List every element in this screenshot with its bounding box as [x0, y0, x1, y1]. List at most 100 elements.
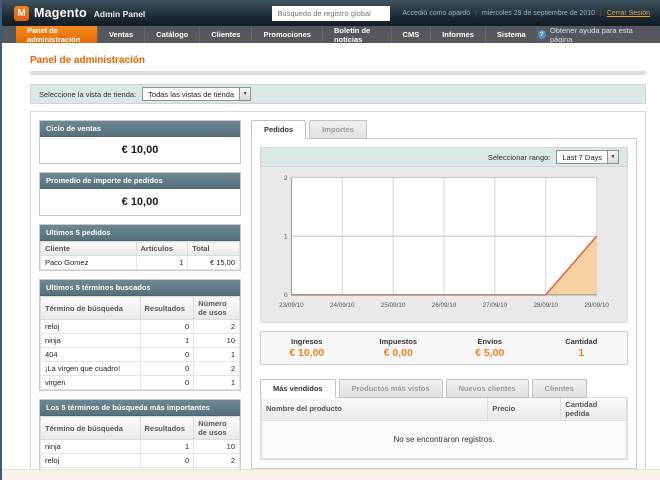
last-orders-box: Ultimos 5 pedidos ClienteArticulosTotalP…: [39, 224, 241, 271]
box-title: Promedio de importe de pedidos: [40, 173, 240, 189]
stat-value: € 10,00: [261, 347, 353, 359]
current-date: miércoles 29 de septiembre de 2010: [482, 10, 595, 17]
table-row[interactable]: Paco Gomez1€ 15,00: [41, 256, 240, 270]
stat-label: Impuestos: [353, 337, 445, 346]
magento-admin-page: M Magento Admin Panel Accedió como apard…: [0, 0, 660, 480]
stat-value: € 0,00: [353, 347, 445, 359]
logged-in-as: Accedió como apardo: [402, 10, 470, 17]
svg-text:28/09/10: 28/09/10: [533, 302, 558, 309]
main-nav: Panel de administraciónVentasCatálogoCli…: [0, 26, 660, 43]
nav-tab-sistema[interactable]: Sistema: [486, 26, 538, 43]
table-row[interactable]: virgen01: [41, 376, 240, 390]
dropdown-arrow-icon: ▼: [607, 151, 618, 163]
totals-bar: Ingresos€ 10,00Impuestos€ 0,00Envios€ 5,…: [260, 331, 628, 365]
table-header-row: Término de búsquedaResultadosNúmero de u…: [41, 417, 240, 440]
table-cell: reloj: [41, 454, 141, 468]
box-title: Ultimos 5 términos buscados: [40, 280, 240, 296]
nav-tab-panel-de-administracion[interactable]: Panel de administración: [16, 26, 98, 43]
column-header: Cliente: [41, 242, 137, 256]
table-cell: 1: [140, 440, 194, 454]
table-cell: 1: [194, 376, 240, 390]
dashboard-main: PedidosImportes Seleccionar rango: Last …: [251, 120, 637, 480]
table-cell: ninja: [41, 334, 141, 348]
dropdown-arrow-icon: ▼: [239, 88, 250, 100]
range-select[interactable]: Last 7 Days ▼: [556, 150, 619, 164]
chart-svg: 01223/09/1024/09/1025/09/1026/09/1027/09…: [269, 172, 619, 321]
tab-productos-mas-vistos[interactable]: Productos más vistos: [339, 379, 443, 398]
table-cell: ninja: [41, 440, 141, 454]
chart-tabs: PedidosImportes: [251, 120, 637, 138]
table-header-row: Término de búsquedaResultadosNúmero de u…: [41, 297, 240, 320]
separator: |: [475, 10, 477, 17]
window-border: [0, 0, 2, 480]
help-icon: ?: [538, 30, 546, 39]
nav-tabs: Panel de administraciónVentasCatálogoCli…: [16, 26, 538, 43]
title-divider: [30, 71, 646, 75]
svg-text:2: 2: [284, 175, 288, 182]
sales-chart: 01223/09/1024/09/1025/09/1026/09/1027/09…: [260, 167, 628, 323]
column-header: Resultados: [140, 417, 194, 440]
table-cell: 1: [140, 334, 194, 348]
table-cell: 2: [194, 362, 240, 376]
tab-importes[interactable]: Importes: [309, 120, 367, 139]
table-cell: ¡La virgen que cuadro!: [41, 362, 141, 376]
svg-text:29/09/10: 29/09/10: [584, 302, 609, 309]
table-cell: 404: [41, 348, 141, 362]
svg-text:23/09/10: 23/09/10: [279, 302, 304, 309]
average-orders-value: € 10,00: [40, 189, 240, 215]
tab-nuevos-clientes[interactable]: Nuevos clientes: [446, 379, 529, 398]
top-search-terms-box: Los 5 términos de búsqueda más important…: [39, 399, 241, 480]
tab-clientes[interactable]: Clientes: [532, 379, 587, 398]
nav-tab-clientes[interactable]: Clientes: [200, 26, 252, 43]
help-link[interactable]: ? Obtener ayuda para esta página: [538, 26, 660, 43]
global-search-input[interactable]: [272, 6, 390, 21]
table-cell: 10: [194, 440, 240, 454]
column-header: Número de usos: [194, 417, 240, 440]
footer-strip: [0, 469, 660, 480]
svg-text:26/09/10: 26/09/10: [432, 302, 457, 309]
table-cell: virgen: [41, 376, 141, 390]
last-orders-table: ClienteArticulosTotalPaco Gomez1€ 15,00: [40, 241, 240, 270]
tab-pedidos[interactable]: Pedidos: [251, 120, 306, 139]
logout-link[interactable]: Cerrar Sesión: [607, 10, 650, 17]
table-cell: 0: [140, 320, 194, 334]
stat-impuestos: Impuestos€ 0,00: [353, 337, 445, 359]
magento-logo-icon: M: [14, 6, 29, 21]
column-header: Término de búsqueda: [41, 297, 141, 320]
help-label: Obtener ayuda para esta página: [550, 26, 648, 44]
stat-cantidad: Cantidad1: [536, 337, 628, 359]
logo-name: Magento: [34, 6, 87, 20]
column-header: Número de usos: [194, 297, 240, 320]
empty-message: No se encontraron registros.: [262, 420, 627, 458]
column-header: Articulos: [136, 242, 188, 256]
table-row[interactable]: reloj02: [41, 454, 240, 468]
range-bar: Seleccionar rango: Last 7 Days ▼: [260, 147, 628, 167]
stat-envios: Envios€ 5,00: [444, 337, 536, 359]
table-row[interactable]: ninja110: [41, 334, 240, 348]
svg-text:1: 1: [284, 234, 288, 241]
column-header: Cantidad pedida: [561, 397, 627, 420]
last-search-terms-box: Ultimos 5 términos buscados Término de b…: [39, 279, 241, 391]
nav-tab-informes[interactable]: Informes: [431, 26, 486, 43]
page-title: Panel de administración: [30, 55, 646, 66]
lifetime-sales-value: € 10,00: [40, 137, 240, 163]
column-header: Precio: [488, 397, 561, 420]
store-view-select[interactable]: Todas las vistas de tienda ▼: [142, 87, 251, 101]
nav-tab-cms[interactable]: CMS: [392, 26, 432, 43]
separator: |: [600, 10, 602, 17]
table-row[interactable]: 40401: [41, 348, 240, 362]
nav-tab-ventas[interactable]: Ventas: [98, 26, 145, 43]
table-cell: 0: [140, 348, 194, 362]
table-cell: Paco Gomez: [41, 256, 137, 270]
nav-tab-boletin-de-noticias[interactable]: Boletín de noticias: [323, 26, 392, 43]
svg-text:24/09/10: 24/09/10: [330, 302, 355, 309]
nav-tab-catalogo[interactable]: Catálogo: [145, 26, 200, 43]
last-search-table: Término de búsquedaResultadosNúmero de u…: [40, 296, 240, 390]
table-row[interactable]: ¡La virgen que cuadro!02: [41, 362, 240, 376]
table-row[interactable]: reloj02: [41, 320, 240, 334]
nav-tab-promociones[interactable]: Promociones: [252, 26, 323, 43]
store-view-value: Todas las vistas de tienda: [143, 90, 239, 99]
top-header: M Magento Admin Panel Accedió como apard…: [0, 0, 660, 26]
tab-mas-vendidos[interactable]: Más vendidos: [260, 379, 336, 398]
table-row[interactable]: ninja110: [41, 440, 240, 454]
